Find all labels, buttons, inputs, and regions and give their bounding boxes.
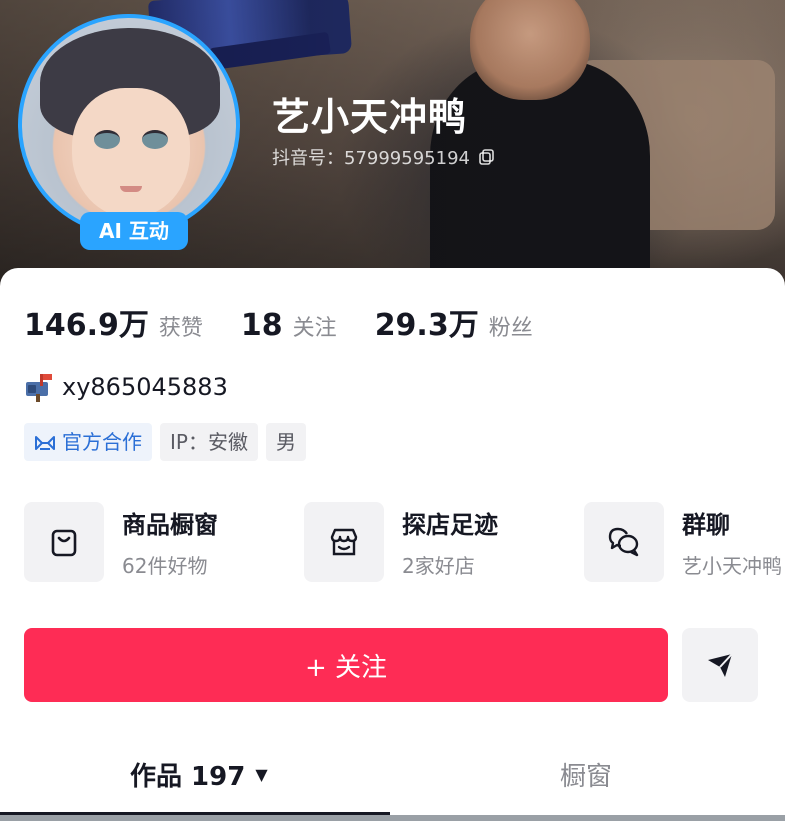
send-icon [708, 653, 733, 677]
entry-product-showcase-icon-box [24, 502, 104, 582]
bio-line: xy865045883 [24, 372, 228, 402]
stat-following-label: 关注 [292, 316, 337, 341]
entry-group-chat-icon-box [584, 502, 664, 582]
mailbox-icon [26, 374, 52, 402]
douyin-id: 抖音号：57999595194 [272, 148, 470, 169]
cooperation-icon [35, 436, 55, 450]
tab-works-label: 作品 197 [130, 762, 246, 792]
avatar-right-eye [142, 130, 168, 149]
entry-product-showcase-sub: 62件好物 [122, 554, 208, 578]
entry-store-visits-sub: 2家好店 [402, 554, 475, 578]
stat-following[interactable]: 18 关注 [241, 308, 337, 343]
copy-icon[interactable] [478, 148, 496, 166]
entry-product-showcase-title: 商品橱窗 [122, 511, 218, 539]
profile-nickname: 艺小天冲鸭 [272, 95, 468, 139]
stat-following-value: 18 [240, 308, 283, 343]
entry-product-showcase-text: 商品橱窗 62件好物 [122, 505, 218, 579]
official-cooperation-tag[interactable]: 官方合作 [24, 423, 152, 461]
wechat-id: xy865045883 [62, 373, 228, 401]
douyin-id-row[interactable]: 抖音号：57999595194 [272, 144, 496, 170]
entry-group-chat-title: 群聊 [682, 511, 730, 539]
avatar-mouth [120, 186, 142, 192]
entry-group-chat[interactable]: 群聊 艺小天冲鸭 [584, 502, 785, 582]
shopping-bag-icon [51, 529, 77, 557]
entry-group-chat-sub: 艺小天冲鸭 [682, 554, 782, 578]
tab-works[interactable]: 作品 197 ▼ [130, 756, 268, 793]
stat-likes-label: 获赞 [158, 316, 203, 341]
stat-followers-value: 29.3万 [374, 308, 479, 343]
tag-row: 官方合作 IP：安徽 男 [24, 423, 306, 461]
avatar-face [72, 88, 190, 218]
entry-store-visits-icon-box [304, 502, 384, 582]
stat-followers-label: 粉丝 [488, 316, 533, 341]
avatar-container[interactable]: AI 互动 [18, 14, 240, 250]
ip-location-tag: IP：安徽 [160, 423, 258, 461]
entry-store-visits[interactable]: 探店足迹 2家好店 [304, 502, 584, 582]
stat-likes[interactable]: 146.9万 获赞 [24, 300, 203, 344]
entry-product-showcase[interactable]: 商品橱窗 62件好物 [24, 502, 304, 582]
official-cooperation-label: 官方合作 [62, 430, 142, 454]
entry-store-visits-text: 探店足迹 2家好店 [402, 505, 498, 579]
avatar-left-eye [94, 130, 120, 149]
stat-followers[interactable]: 29.3万 粉丝 [375, 300, 533, 344]
gender-tag: 男 [265, 423, 306, 461]
caret-down-icon[interactable]: ▼ [255, 765, 267, 784]
feature-entries: 商品橱窗 62件好物 探店足迹 2家好店 群聊 艺小天冲鸭 [24, 502, 785, 582]
entry-store-visits-title: 探店足迹 [402, 511, 498, 539]
content-tabs: 作品 197 ▼ 橱窗 [0, 740, 785, 821]
stats-row: 146.9万 获赞 18 关注 29.3万 粉丝 [24, 300, 571, 344]
tab-showcase[interactable]: 橱窗 [560, 756, 612, 793]
store-icon [330, 528, 358, 556]
avatar[interactable] [18, 14, 240, 236]
chat-bubbles-icon [608, 527, 639, 557]
ai-interaction-badge[interactable]: AI 互动 [80, 212, 188, 250]
content-grid-edge [0, 815, 785, 821]
stat-likes-value: 146.9万 [24, 308, 149, 343]
follow-button[interactable]: + 关注 [24, 628, 668, 702]
entry-group-chat-text: 群聊 艺小天冲鸭 [682, 505, 782, 579]
share-button[interactable] [682, 628, 758, 702]
